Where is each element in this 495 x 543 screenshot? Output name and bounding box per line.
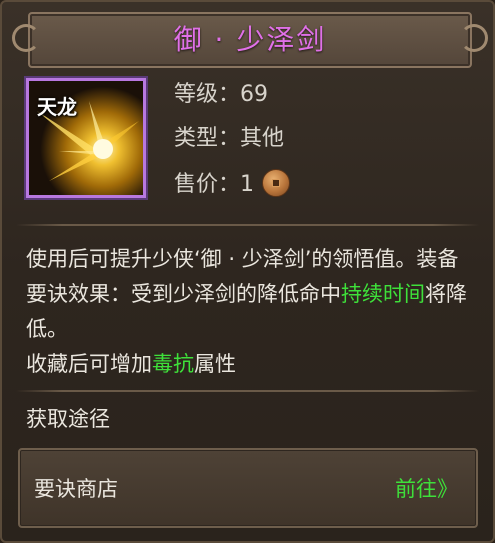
source-row-skill-shop[interactable]: 要诀商店 前往》 [18, 448, 478, 528]
copper-coin-icon [262, 169, 291, 197]
source-name: 要诀商店 [34, 477, 118, 501]
description-part3: 收藏后可增加 [26, 352, 152, 376]
goto-button[interactable]: 前往》 [395, 450, 458, 528]
item-description: 使用后可提升少侠‘御 · 少泽剑’的领悟值。装备要诀效果：受到少泽剑的降低命中持… [26, 242, 476, 382]
divider-top [16, 224, 479, 226]
price-value: 1 [240, 172, 255, 197]
description-highlight-poison-resist: 毒抗 [152, 352, 194, 376]
item-tooltip: 御 · 少泽剑 天龙 等级：69 类型：其他 售价：1 使用后可提升少侠‘御 ·… [0, 0, 495, 543]
title-bar: 御 · 少泽剑 [12, 12, 488, 68]
description-highlight-duration: 持续时间 [341, 282, 425, 306]
price-stat: 售价：1 [174, 169, 291, 200]
type-label: 类型： [174, 126, 241, 151]
source-section-title: 获取途径 [26, 407, 110, 431]
description-part4: 属性 [194, 352, 236, 376]
item-title: 御 · 少泽剑 [173, 23, 327, 56]
level-stat: 等级：69 [174, 80, 268, 110]
item-icon: 天龙 [26, 78, 146, 198]
price-label: 售价： [174, 172, 241, 197]
divider-bottom [16, 390, 479, 392]
level-value: 69 [240, 82, 269, 107]
icon-label: 天龙 [37, 95, 77, 119]
type-value: 其他 [240, 126, 285, 151]
type-stat: 类型：其他 [174, 124, 284, 154]
level-label: 等级： [174, 82, 241, 107]
